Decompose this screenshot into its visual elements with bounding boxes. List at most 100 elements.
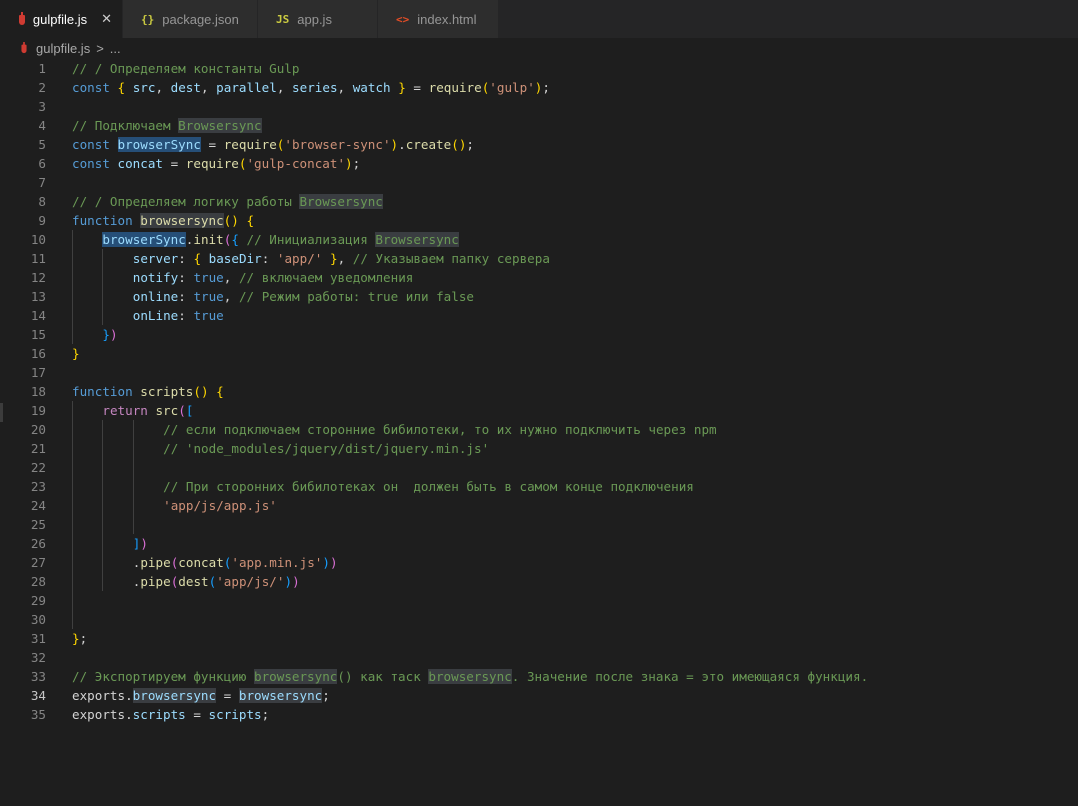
code-line[interactable]: 17 bbox=[0, 363, 1078, 382]
code-text: // / Определяем логику работы Browsersyn… bbox=[72, 194, 383, 209]
line-number: 29 bbox=[30, 593, 46, 608]
code-line[interactable]: 5 const browserSync = require('browser-sy… bbox=[0, 135, 1078, 154]
code-text: .pipe(dest('app/js/')) bbox=[132, 574, 300, 589]
json-icon: {} bbox=[141, 12, 155, 26]
code-editor[interactable]: 1 // / Определяем константы Gulp 2 const { … bbox=[0, 58, 1078, 806]
code-line[interactable]: 27 .pipe(concat('app.min.js')) bbox=[0, 553, 1078, 572]
tab-package-json[interactable]: {} package.json bbox=[123, 0, 258, 38]
code-line[interactable]: 21 // 'node_modules/jquery/dist/jquery.m… bbox=[0, 439, 1078, 458]
code-text: ]) bbox=[132, 536, 148, 551]
line-number: 12 bbox=[30, 270, 46, 285]
code-line[interactable]: 22 bbox=[0, 458, 1078, 477]
code-line[interactable]: 4 // Подключаем Browsersync bbox=[0, 116, 1078, 135]
code-line[interactable]: 3 bbox=[0, 97, 1078, 116]
code-line[interactable]: 29 bbox=[0, 591, 1078, 610]
line-number: 28 bbox=[30, 574, 46, 589]
code-line[interactable]: 1 // / Определяем константы Gulp bbox=[0, 59, 1078, 78]
code-line[interactable]: 15 }) bbox=[0, 325, 1078, 344]
line-number: 22 bbox=[30, 460, 46, 475]
tab-app-js[interactable]: JS app.js bbox=[258, 0, 378, 38]
code-line[interactable]: 23 // При сторонних бибилотеках он долже… bbox=[0, 477, 1078, 496]
js-icon: JS bbox=[276, 12, 290, 26]
code-line[interactable]: 18 function scripts() { bbox=[0, 382, 1078, 401]
line-number: 2 bbox=[38, 80, 46, 95]
gulp-icon bbox=[18, 12, 25, 26]
code-line[interactable]: 20 // если подключаем сторонние бибилоте… bbox=[0, 420, 1078, 439]
code-line[interactable]: 24 'app/js/app.js' bbox=[0, 496, 1078, 515]
line-number: 3 bbox=[38, 99, 46, 114]
code-line[interactable]: 34 exports.browsersync = browsersync; bbox=[0, 686, 1078, 705]
indent-guide bbox=[132, 515, 134, 534]
code-line[interactable]: 33 // Экспортируем функцию browsersync() … bbox=[0, 667, 1078, 686]
breadcrumb-file[interactable]: gulpfile.js bbox=[36, 41, 90, 56]
indent-guide bbox=[72, 515, 73, 534]
line-number: 7 bbox=[38, 175, 46, 190]
code-line[interactable]: 25 bbox=[0, 515, 1078, 534]
line-number: 21 bbox=[30, 441, 46, 456]
line-number: 19 bbox=[30, 403, 46, 418]
code-line[interactable]: 31}; bbox=[0, 629, 1078, 648]
line-number: 18 bbox=[30, 384, 46, 399]
line-number: 1 bbox=[38, 61, 46, 76]
line-number: 6 bbox=[38, 156, 46, 171]
line-number: 31 bbox=[30, 631, 46, 646]
code-line[interactable]: 14 onLine: true bbox=[0, 306, 1078, 325]
line-number: 20 bbox=[30, 422, 46, 437]
tab-label: package.json bbox=[162, 11, 239, 27]
code-line[interactable]: 35 exports.scripts = scripts; bbox=[0, 705, 1078, 724]
code-text: const browserSync = require('browser-syn… bbox=[72, 137, 474, 152]
line-number: 10 bbox=[30, 232, 46, 247]
code-text: }; bbox=[72, 631, 88, 646]
code-text: exports.scripts = scripts; bbox=[72, 707, 270, 722]
tab-bar: gulpfile.js ✕ {} package.json JS app.js … bbox=[0, 0, 1078, 38]
breadcrumb-more[interactable]: ... bbox=[110, 41, 121, 56]
code-line[interactable]: 8 // / Определяем логику работы Browsersy… bbox=[0, 192, 1078, 211]
code-text: function browsersync() { bbox=[72, 213, 255, 228]
close-icon[interactable]: ✕ bbox=[101, 11, 112, 27]
code-line[interactable]: 19 return src([ bbox=[0, 401, 1078, 420]
code-text: }) bbox=[102, 327, 118, 342]
tab-label: gulpfile.js bbox=[32, 11, 88, 27]
line-number: 27 bbox=[30, 555, 46, 570]
code-text: browserSync.init({ // Инициализация Brow… bbox=[102, 232, 459, 247]
line-number: 14 bbox=[30, 308, 46, 323]
code-line[interactable]: 7 bbox=[0, 173, 1078, 192]
code-line[interactable]: 13 online: true, // Режим работы: true и… bbox=[0, 287, 1078, 306]
code-text: 'app/js/app.js' bbox=[163, 498, 277, 513]
code-line[interactable]: 10 browserSync.init({ // Инициализация B… bbox=[0, 230, 1078, 249]
code-text: .pipe(concat('app.min.js')) bbox=[132, 555, 338, 570]
indent-guide bbox=[72, 610, 73, 629]
chevron-right-icon: > bbox=[96, 40, 104, 56]
line-number: 9 bbox=[38, 213, 46, 228]
tab-index-html[interactable]: <> index.html bbox=[378, 0, 499, 38]
code-line[interactable]: 26 ]) bbox=[0, 534, 1078, 553]
code-text: notify: true, // включаем уведомления bbox=[132, 270, 414, 285]
line-number: 11 bbox=[30, 251, 46, 266]
code-text: return src([ bbox=[102, 403, 194, 418]
code-line[interactable]: 6 const concat = require('gulp-concat'); bbox=[0, 154, 1078, 173]
indent-guide bbox=[72, 458, 73, 477]
code-line[interactable]: 32 bbox=[0, 648, 1078, 667]
code-line[interactable]: 28 .pipe(dest('app/js/')) bbox=[0, 572, 1078, 591]
code-line[interactable]: 16} bbox=[0, 344, 1078, 363]
code-line[interactable]: 11 server: { baseDir: 'app/' }, // Указы… bbox=[0, 249, 1078, 268]
gulp-icon bbox=[21, 42, 28, 54]
code-line[interactable]: 2 const { src, dest, parallel, series, wa… bbox=[0, 78, 1078, 97]
line-number: 24 bbox=[30, 498, 46, 513]
code-line[interactable]: 12 notify: true, // включаем уведомления bbox=[0, 268, 1078, 287]
line-number: 8 bbox=[38, 194, 46, 209]
code-text: // 'node_modules/jquery/dist/jquery.min.… bbox=[163, 441, 490, 456]
html-icon: <> bbox=[396, 12, 410, 26]
line-number: 33 bbox=[30, 669, 46, 684]
line-number: 32 bbox=[30, 650, 46, 665]
line-number: 35 bbox=[30, 707, 46, 722]
line-number: 15 bbox=[30, 327, 46, 342]
code-text: const { src, dest, parallel, series, wat… bbox=[72, 80, 550, 95]
code-text: // / Определяем константы Gulp bbox=[72, 61, 300, 76]
code-text: // При сторонних бибилотеках он должен б… bbox=[163, 479, 694, 494]
line-number: 5 bbox=[38, 137, 46, 152]
tab-gulpfile[interactable]: gulpfile.js ✕ bbox=[0, 0, 123, 38]
code-line[interactable]: 30 bbox=[0, 610, 1078, 629]
code-line[interactable]: 9 function browsersync() { bbox=[0, 211, 1078, 230]
breadcrumb: gulpfile.js > ... bbox=[0, 38, 1078, 58]
